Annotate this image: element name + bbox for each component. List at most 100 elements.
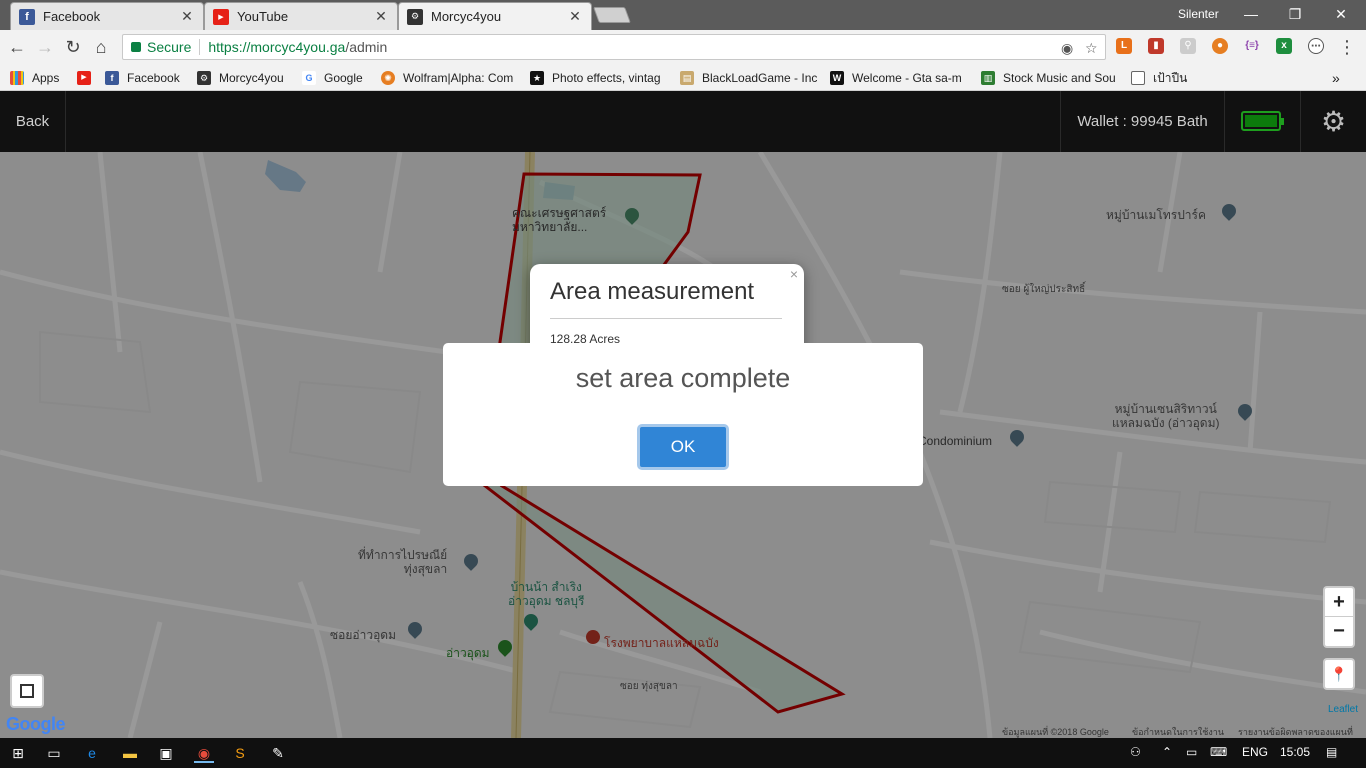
tab-morcyc4you[interactable]: ⚙ Morcyc4you ✕ — [398, 2, 592, 30]
edge-icon[interactable]: e — [82, 743, 102, 763]
address-bar[interactable]: Secure https://morcyc4you.ga/admin ◉ ☆ — [122, 34, 1106, 60]
task-view-icon[interactable]: ▭ — [44, 743, 64, 763]
extension-icon[interactable]: {≡} — [1244, 38, 1260, 54]
tab-label: Facebook — [43, 9, 101, 24]
ok-button[interactable]: OK — [637, 424, 729, 470]
game-icon: ▤ — [680, 71, 694, 85]
people-icon[interactable]: ⚇ — [1130, 745, 1141, 759]
battery-fill — [1245, 115, 1277, 127]
tray-chevron-icon[interactable]: ⌃ — [1162, 745, 1172, 759]
close-window-icon[interactable]: ✕ — [1326, 4, 1356, 24]
close-icon[interactable]: ✕ — [179, 8, 195, 25]
close-icon[interactable]: ✕ — [373, 8, 389, 25]
paint-icon[interactable]: ✎ — [268, 743, 288, 763]
popup-close-button[interactable]: × — [790, 266, 798, 282]
music-icon: ▥ — [981, 71, 995, 85]
notification-icon[interactable]: ▤ — [1326, 745, 1337, 759]
bookmark-morcyc4you[interactable]: ⚙ Morcyc4you — [197, 69, 293, 87]
battery-icon — [1241, 111, 1284, 131]
new-tab-button[interactable] — [593, 7, 631, 23]
google-icon: G — [302, 71, 316, 85]
youtube-icon: ▶ — [77, 71, 91, 85]
zoom-out-button[interactable]: − — [1325, 617, 1353, 646]
facebook-icon: f — [19, 8, 35, 25]
bookmark-blackloadgame[interactable]: ▤ BlackLoadGame - Inc — [680, 69, 817, 87]
secure-label: Secure — [147, 39, 201, 55]
browser-tab-strip: f Facebook ✕ ▶ YouTube ✕ ⚙ Morcyc4you ✕ … — [0, 0, 1366, 30]
minimize-icon[interactable]: — — [1236, 4, 1266, 24]
extension-icon[interactable]: ● — [1212, 38, 1228, 54]
bookmark-target[interactable]: เป้าปืน — [1131, 69, 1201, 87]
bookmark-label: เป้าปืน — [1153, 70, 1188, 85]
url-path: /admin — [345, 39, 388, 55]
draw-tool-button[interactable] — [10, 674, 44, 708]
bookmark-label: Photo effects, vintag — [552, 71, 661, 85]
alert-modal: set area complete OK — [443, 343, 923, 486]
extension-icon[interactable]: x — [1276, 38, 1292, 54]
bookmark-apps[interactable]: Apps — [10, 69, 70, 87]
profile-name[interactable]: Silenter — [1178, 7, 1219, 21]
popup-divider — [550, 318, 782, 319]
restore-icon[interactable]: ❐ — [1280, 4, 1310, 24]
extension-icon[interactable]: ▮ — [1148, 38, 1164, 54]
forward-arrow-icon[interactable]: → — [34, 36, 56, 58]
page-icon — [1131, 71, 1145, 85]
youtube-icon: ▶ — [213, 8, 229, 25]
reload-icon[interactable]: ↻ — [62, 36, 84, 58]
zoom-control: + − — [1323, 586, 1355, 648]
battery-tray-icon[interactable]: ▭ — [1186, 745, 1197, 759]
location-icon[interactable]: ◉ — [1061, 40, 1073, 57]
motorcycle-icon: ⚙ — [407, 8, 423, 25]
tab-label: Morcyc4you — [431, 9, 502, 24]
bookmark-facebook[interactable]: f Facebook — [105, 69, 187, 87]
url-text: https://morcyc4you.ga/admin — [200, 39, 387, 55]
bookmark-label: Google — [324, 71, 363, 85]
browser-toolbar: ← → ↻ ⌂ Secure https://morcyc4you.ga/adm… — [0, 30, 1366, 64]
back-button[interactable]: Back — [0, 91, 66, 152]
extension-icon[interactable]: ⚲ — [1180, 38, 1196, 54]
chrome-icon[interactable]: ◉ — [194, 743, 214, 763]
back-arrow-icon[interactable]: ← — [6, 36, 28, 58]
terminal-icon[interactable]: ▣ — [156, 743, 176, 763]
zoom-in-button[interactable]: + — [1325, 588, 1353, 617]
keyboard-icon[interactable]: ⌨ — [1210, 745, 1227, 759]
file-explorer-icon[interactable]: ▬ — [120, 743, 140, 763]
windows-taskbar: ⊞ ▭ e ▬ ▣ ◉ S ✎ ⚇ ⌃ ▭ ⌨ ENG 15:05 ▤ — [0, 738, 1366, 768]
bookmark-gta[interactable]: W Welcome - Gta sa-m — [830, 69, 967, 87]
bookmark-label: Welcome - Gta sa-m — [852, 71, 962, 85]
app-header: Back Wallet : 99945 Bath ⚙ — [0, 91, 1366, 152]
sublime-icon[interactable]: S — [230, 743, 250, 763]
url-host: https://morcyc4you.ga — [208, 39, 346, 55]
terms-link[interactable]: ข้อกำหนดในการใช้งาน — [1132, 725, 1224, 738]
bookmarks-bar: Apps ▶ f Facebook ⚙ Morcyc4you G Google ✺ Wo… — [0, 64, 1366, 91]
windows-start-icon[interactable]: ⊞ — [8, 743, 28, 763]
leaflet-link[interactable]: Leaflet — [1328, 704, 1358, 715]
bookmark-label: BlackLoadGame - Inc — [702, 71, 817, 85]
location-pin-button[interactable]: 📍 — [1323, 658, 1355, 690]
language-indicator[interactable]: ENG — [1242, 745, 1268, 759]
bookmark-photo-effects[interactable]: ★ Photo effects, vintag — [530, 69, 667, 87]
close-icon[interactable]: ✕ — [567, 8, 583, 25]
wolfram-icon: ✺ — [381, 71, 395, 85]
report-link[interactable]: รายงานข้อผิดพลาดของแผนที่ — [1238, 725, 1353, 738]
bookmark-google[interactable]: G Google — [302, 69, 372, 87]
map-attribution: ข้อมูลแผนที่ ©2018 Google — [1002, 727, 1109, 737]
bookmark-star-icon[interactable]: ☆ — [1085, 40, 1098, 57]
tab-youtube[interactable]: ▶ YouTube ✕ — [204, 2, 398, 30]
facebook-icon: f — [105, 71, 119, 85]
clock[interactable]: 15:05 — [1280, 745, 1310, 759]
modal-title: set area complete — [575, 363, 791, 393]
extension-icon[interactable]: L — [1116, 38, 1132, 54]
bookmark-youtube[interactable]: ▶ — [77, 69, 97, 87]
google-logo: Google — [6, 714, 66, 734]
more-bookmarks-icon[interactable]: » — [1332, 69, 1346, 87]
settings-gear-icon[interactable]: ⚙ — [1300, 91, 1366, 152]
extension-icon[interactable]: ⋯ — [1308, 38, 1324, 54]
w-icon: W — [830, 71, 844, 85]
bookmark-wolfram[interactable]: ✺ Wolfram|Alpha: Com — [381, 69, 518, 87]
menu-icon[interactable]: ⋮ — [1336, 36, 1358, 58]
popup-title: Area measurement — [550, 278, 755, 305]
home-icon[interactable]: ⌂ — [90, 36, 112, 58]
bookmark-stock-music[interactable]: ▥ Stock Music and Sou — [981, 69, 1118, 87]
tab-facebook[interactable]: f Facebook ✕ — [10, 2, 204, 30]
